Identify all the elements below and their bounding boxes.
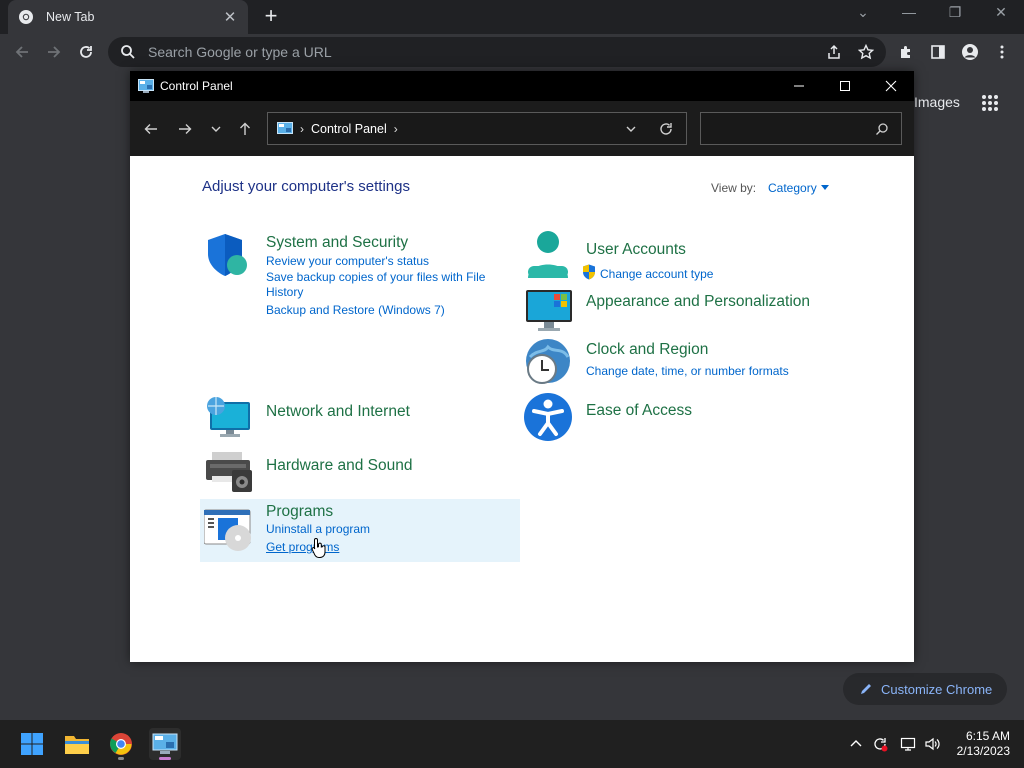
active-indicator	[159, 757, 171, 760]
clock-time: 6:15 AM	[965, 729, 1010, 743]
images-link[interactable]: Images	[914, 94, 960, 110]
page-title: Adjust your computer's settings	[202, 178, 410, 195]
customize-chrome-label: Customize Chrome	[881, 681, 993, 697]
start-icon	[21, 733, 43, 755]
up-arrow-icon[interactable]	[235, 119, 255, 139]
taskbar-control-panel[interactable]	[149, 728, 181, 760]
category-title[interactable]: Programs	[266, 503, 333, 521]
volume-icon[interactable]	[924, 736, 940, 752]
user-accounts-icon	[528, 231, 568, 278]
chrome-menu-icon[interactable]	[992, 42, 1012, 62]
control-panel-window: Control Panel › Control Panel › Adjust y…	[130, 71, 914, 662]
address-bar[interactable]: › Control Panel ›	[267, 112, 687, 145]
windows-taskbar: 6:15 AM 2/13/2023	[0, 720, 1024, 768]
link-change-date-time[interactable]: Change date, time, or number formats	[586, 364, 789, 378]
link-get-programs[interactable]: Get programs	[266, 540, 339, 554]
category-title[interactable]: Appearance and Personalization	[586, 293, 810, 311]
uac-shield-icon	[583, 264, 595, 280]
omnibox-placeholder: Search Google or type a URL	[148, 44, 332, 60]
cp-forward-icon[interactable]	[175, 119, 195, 139]
cp-close-button[interactable]	[868, 71, 914, 101]
category-title[interactable]: User Accounts	[586, 241, 686, 259]
control-panel-search-input[interactable]	[700, 112, 902, 145]
breadcrumb-chevron-icon[interactable]: ›	[394, 122, 398, 136]
address-dropdown-icon[interactable]	[624, 122, 638, 136]
address-control-panel-icon	[277, 121, 293, 134]
link-file-history[interactable]: Save backup copies of your files with Fi…	[266, 270, 496, 300]
cp-navigation-bar: › Control Panel ›	[130, 101, 914, 156]
caret-down-icon[interactable]	[821, 185, 829, 190]
new-tab-button[interactable]: +	[259, 5, 283, 29]
sync-alert-icon[interactable]	[872, 736, 888, 752]
chrome-icon	[110, 733, 132, 755]
restore-button[interactable]: ❐	[932, 4, 978, 21]
chrome-toolbar: Search Google or type a URL	[0, 34, 1024, 70]
breadcrumb-control-panel[interactable]: Control Panel	[311, 122, 387, 136]
network-icon[interactable]	[900, 736, 916, 752]
window-title: Control Panel	[160, 79, 233, 93]
search-icon	[121, 45, 135, 59]
link-uninstall-program[interactable]: Uninstall a program	[266, 522, 370, 536]
category-title[interactable]: Ease of Access	[586, 402, 692, 420]
forward-icon[interactable]	[44, 42, 64, 62]
cp-back-icon[interactable]	[141, 119, 161, 139]
tab-new-tab[interactable]: New Tab ✕	[8, 0, 248, 34]
chrome-favicon-icon	[19, 10, 33, 24]
chevron-up-icon[interactable]	[848, 736, 864, 752]
link-backup-restore[interactable]: Backup and Restore (Windows 7)	[266, 303, 445, 317]
extensions-icon[interactable]	[896, 42, 916, 62]
tab-search-icon[interactable]: ⌄	[840, 4, 886, 21]
cp-content-area: Adjust your computer's settings View by:…	[130, 156, 914, 662]
category-title[interactable]: Network and Internet	[266, 403, 410, 421]
programs-disc-icon	[204, 509, 251, 551]
minimize-button[interactable]: —	[886, 4, 932, 20]
hand-cursor-icon	[311, 537, 326, 558]
link-change-account-type[interactable]: Change account type	[600, 267, 713, 281]
recent-locations-chevron-icon[interactable]	[206, 119, 226, 139]
bookmark-star-icon[interactable]	[856, 42, 876, 62]
taskbar-file-explorer[interactable]	[61, 728, 93, 760]
file-explorer-icon	[65, 736, 89, 754]
taskbar-chrome[interactable]	[105, 728, 137, 760]
breadcrumb-separator-icon: ›	[300, 121, 304, 136]
omnibox[interactable]: Search Google or type a URL	[108, 37, 886, 67]
view-by-dropdown[interactable]: Category	[768, 181, 817, 195]
search-icon	[876, 123, 888, 135]
back-icon[interactable]	[12, 42, 32, 62]
category-title[interactable]: Hardware and Sound	[266, 457, 413, 475]
side-panel-icon[interactable]	[928, 42, 948, 62]
chrome-tab-strip: New Tab ✕ + ⌄ — ❐ ✕	[0, 0, 1024, 34]
start-button[interactable]	[16, 728, 48, 760]
close-button[interactable]: ✕	[978, 4, 1024, 21]
tab-close-icon[interactable]: ✕	[222, 8, 238, 26]
control-panel-icon	[138, 79, 154, 93]
accessibility-icon	[524, 393, 572, 441]
printer-icon	[206, 452, 252, 492]
category-title[interactable]: System and Security	[266, 234, 408, 252]
appearance-monitor-icon	[526, 290, 572, 331]
reload-icon[interactable]	[76, 42, 96, 62]
tab-title: New Tab	[46, 10, 95, 24]
control-panel-icon	[152, 733, 178, 754]
clock-date: 2/13/2023	[956, 744, 1010, 758]
refresh-icon[interactable]	[658, 121, 674, 137]
running-indicator	[118, 757, 124, 760]
share-icon[interactable]	[824, 42, 844, 62]
taskbar-clock[interactable]: 6:15 AM 2/13/2023	[957, 729, 1010, 759]
network-globe-icon	[207, 397, 250, 437]
google-apps-icon[interactable]	[981, 94, 999, 112]
cp-titlebar: Control Panel	[130, 71, 914, 101]
cp-maximize-button[interactable]	[822, 71, 868, 101]
customize-chrome-button[interactable]: Customize Chrome	[843, 673, 1007, 705]
profile-icon[interactable]	[960, 42, 980, 62]
view-by-label: View by:	[711, 181, 757, 195]
category-title[interactable]: Clock and Region	[586, 341, 708, 359]
link-review-status[interactable]: Review your computer's status	[266, 254, 429, 268]
cp-minimize-button[interactable]	[776, 71, 822, 101]
clock-globe-icon	[526, 339, 570, 384]
shield-icon	[208, 234, 247, 276]
pencil-icon	[861, 684, 871, 694]
